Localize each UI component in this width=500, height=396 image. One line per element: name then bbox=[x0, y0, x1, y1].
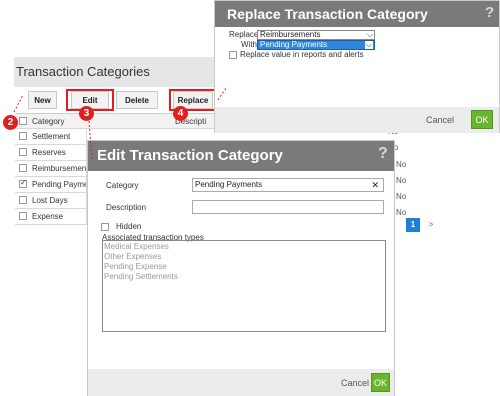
step-marker-3: 3 bbox=[79, 106, 94, 121]
step-marker-4: 4 bbox=[173, 106, 188, 121]
arrow-new bbox=[13, 94, 24, 113]
step-marker-2: 2 bbox=[3, 115, 18, 130]
arrow-edit bbox=[88, 120, 93, 161]
annotation-arrows bbox=[13, 87, 227, 161]
arrow-replace bbox=[217, 87, 227, 101]
